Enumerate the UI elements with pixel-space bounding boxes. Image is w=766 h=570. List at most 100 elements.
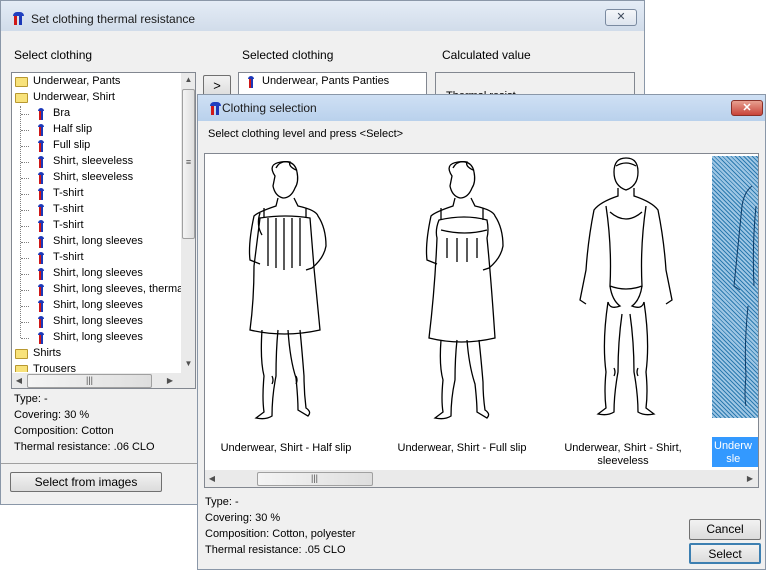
hthumb-grip-icon: ||| — [85, 375, 93, 385]
thumb-grip-icon: ≡ — [185, 157, 192, 167]
main-titlebar[interactable]: Set clothing thermal resistance ✕ — [1, 1, 644, 31]
tree-item-label: Shirts — [33, 347, 62, 359]
tree-leaf-item[interactable]: Shirt, long sleeves — [12, 298, 182, 314]
tree-connector — [21, 194, 29, 196]
tree-leaf-item[interactable]: Shirt, long sleeves — [12, 314, 182, 330]
tree-item-label: T-shirt — [53, 219, 84, 231]
scroll-right-arrow-icon[interactable]: ▶ — [745, 474, 755, 483]
clothing-item-icon — [37, 140, 45, 152]
main-close-button[interactable]: ✕ — [605, 9, 637, 26]
type-info: Type: - — [14, 393, 48, 405]
tree-vertical-scrollbar[interactable]: ▲ ≡ ▼ — [181, 73, 195, 373]
tree-item-label: Shirt, long sleeves — [53, 315, 143, 327]
scroll-right-arrow-icon[interactable]: ▶ — [165, 376, 175, 385]
app-icon — [209, 102, 222, 115]
scroll-left-arrow-icon[interactable]: ◀ — [207, 474, 217, 483]
select-from-images-button[interactable]: Select from images — [10, 472, 162, 492]
clothing-item-icon — [37, 332, 45, 344]
dialog-covering-info: Covering: 30 % — [205, 512, 281, 524]
tree-folder-item[interactable]: Trousers — [12, 362, 182, 372]
tree-leaf-item[interactable]: Bra — [12, 106, 182, 122]
scroll-left-arrow-icon[interactable]: ◀ — [14, 376, 24, 385]
main-window-title: Set clothing thermal resistance — [31, 12, 196, 26]
folder-icon — [15, 349, 28, 359]
selected-clothing-label: Selected clothing — [242, 48, 334, 62]
selected-item[interactable]: Underwear, Pants Panties — [262, 75, 389, 87]
folder-icon — [15, 77, 28, 87]
image-gallery[interactable]: Underwear, Shirt - Half slip Underwear, … — [204, 153, 759, 488]
tree-connector — [21, 162, 29, 164]
tree-item-label: Shirt, sleeveless — [53, 155, 134, 167]
tree-connector — [21, 226, 29, 228]
folder-icon — [15, 365, 28, 372]
tree-leaf-item[interactable]: Shirt, long sleeves, thermal — [12, 282, 182, 298]
covering-info: Covering: 30 % — [14, 409, 90, 421]
select-button[interactable]: Select — [689, 543, 761, 564]
scroll-up-arrow-icon[interactable]: ▲ — [181, 75, 195, 84]
full-slip-figure-icon[interactable] — [397, 158, 527, 428]
clothing-item-icon — [37, 252, 45, 264]
tree-item-label: Shirt, long sleeves — [53, 267, 143, 279]
cancel-button[interactable]: Cancel — [689, 519, 761, 540]
image-caption-2: Underwear, Shirt - Full slip — [397, 442, 527, 454]
image-caption-4: Underw sle — [714, 440, 752, 465]
clothing-item-icon — [37, 220, 45, 232]
thermal-info: Thermal resistance: .06 CLO — [14, 441, 155, 453]
clothing-selection-dialog: Clothing selection ✕ Select clothing lev… — [197, 94, 766, 570]
scroll-down-arrow-icon[interactable]: ▼ — [181, 359, 195, 368]
tree-item-label: Trousers — [33, 363, 76, 372]
gallery-horizontal-scrollbar[interactable]: ◀ ||| ▶ — [205, 470, 758, 487]
tree-connector — [21, 306, 29, 308]
folder-icon — [15, 93, 28, 103]
tree-leaf-item[interactable]: T-shirt — [12, 218, 182, 234]
dialog-titlebar[interactable]: Clothing selection ✕ — [198, 95, 765, 121]
tree-item-label: Bra — [53, 107, 71, 119]
dialog-title: Clothing selection — [222, 101, 317, 115]
tree-leaf-item[interactable]: Shirt, sleeveless — [12, 154, 182, 170]
tree-folder-item[interactable]: Shirts — [12, 346, 182, 362]
tree-connector — [21, 338, 29, 340]
tree-leaf-item[interactable]: T-shirt — [12, 250, 182, 266]
tree-item-label: Shirt, long sleeves — [53, 299, 143, 311]
tree-leaf-item[interactable]: Shirt, long sleeves — [12, 266, 182, 282]
clothing-item-icon — [37, 156, 45, 168]
clothing-tree[interactable]: Underwear, Pants Underwear, Shirt Bra Half … — [11, 72, 196, 389]
tree-connector — [21, 258, 29, 260]
tree-leaf-item[interactable]: Shirt, long sleeves — [12, 234, 182, 250]
tree-horizontal-scrollbar[interactable]: ◀ ||| ▶ — [12, 373, 195, 388]
tree-leaf-item[interactable]: T-shirt — [12, 186, 182, 202]
dialog-instruction: Select clothing level and press <Select> — [208, 128, 404, 140]
tree-item-label: Shirt, long sleeves — [53, 235, 143, 247]
tree-item-label: Full slip — [53, 139, 91, 151]
dialog-close-button[interactable]: ✕ — [731, 100, 763, 116]
selected-caption-box[interactable]: Underw sle — [712, 437, 758, 467]
tree-item-label: Shirt, long sleeves — [53, 331, 143, 343]
tree-folder-item[interactable]: Underwear, Pants — [12, 74, 182, 90]
tree-item-label: T-shirt — [53, 187, 84, 199]
image-caption-3: Underwear, Shirt - Shirt, sleeveless — [564, 442, 682, 467]
tree-folder-item[interactable]: Underwear, Shirt — [12, 90, 182, 106]
half-slip-figure-icon[interactable] — [220, 158, 350, 428]
sleeveless-shirt-figure-icon[interactable] — [560, 156, 690, 426]
clothing-item-icon — [37, 188, 45, 200]
tree-item-label: T-shirt — [53, 203, 84, 215]
divider — [1, 463, 201, 464]
clothing-item-icon — [37, 172, 45, 184]
tree-connector — [21, 210, 29, 212]
calculated-value-label: Calculated value — [442, 48, 531, 62]
dialog-thermal-info: Thermal resistance: .05 CLO — [205, 544, 346, 556]
tree-leaf-item[interactable]: Shirt, long sleeves — [12, 330, 182, 346]
image-caption-1: Underwear, Shirt - Half slip — [220, 442, 352, 454]
tree-leaf-item[interactable]: T-shirt — [12, 202, 182, 218]
tree-item-label: Shirt, long sleeves, thermal — [53, 283, 182, 295]
tree-leaf-item[interactable]: Shirt, sleeveless — [12, 170, 182, 186]
clothing-item-icon — [37, 284, 45, 296]
clothing-item-icon — [37, 268, 45, 280]
select-clothing-label: Select clothing — [14, 48, 93, 62]
tree-connector — [21, 242, 29, 244]
clothing-item-icon — [37, 316, 45, 328]
tree-leaf-item[interactable]: Full slip — [12, 138, 182, 154]
tree-item-label: Underwear, Shirt — [33, 91, 115, 103]
dialog-type-info: Type: - — [205, 496, 239, 508]
tree-leaf-item[interactable]: Half slip — [12, 122, 182, 138]
